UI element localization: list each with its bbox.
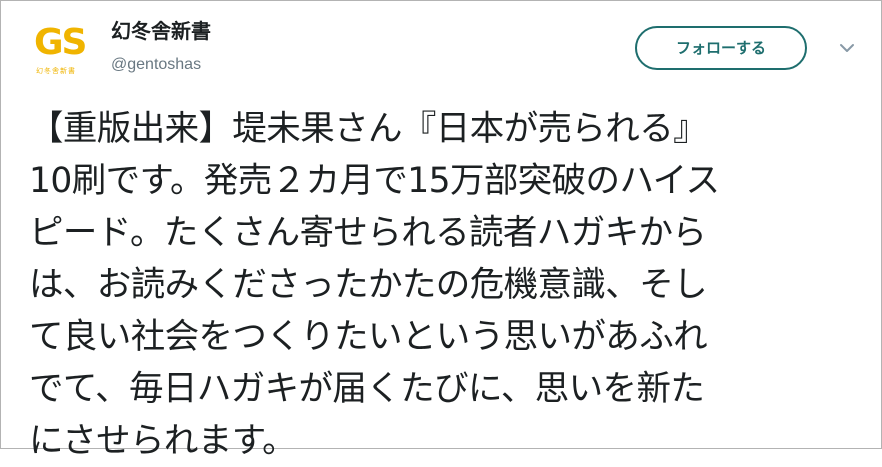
follow-button[interactable]: フォローする (635, 26, 807, 70)
tweet-card: GS 幻冬舎新書 幻冬舎新書 @gentoshas フォローする 【重版出来】堤… (0, 0, 882, 461)
tweet-line: でて、毎日ハガキが届くたびに、思いを新た (29, 369, 705, 409)
tweet-line: 10刷です。発売２カ月で15万部突破のハイス (29, 161, 720, 201)
tweet-line: 【重版出来】堤未果さん『日本が売られる』 (29, 109, 708, 149)
tweet-line: て良い社会をつくりたいという思いがあふれ (29, 317, 708, 357)
tweet-line: ピード。たくさん寄せられる読者ハガキから (29, 213, 707, 253)
tweet-line: にさせられます。 (29, 421, 297, 461)
tweet-text: 【重版出来】堤未果さん『日本が売られる』 10刷です。発売２カ月で15万部突破の… (29, 103, 869, 467)
user-handle[interactable]: @gentoshas (111, 55, 201, 75)
avatar-logo-subtext: 幻冬舎新書 (36, 67, 76, 75)
tweet-line: は、お読みくださったかたの危機意識、そし (29, 265, 708, 305)
avatar-logo: GS (34, 22, 88, 63)
avatar[interactable]: GS 幻冬舎新書 (28, 21, 88, 81)
chevron-down-icon[interactable] (837, 41, 857, 55)
display-name[interactable]: 幻冬舎新書 (111, 17, 211, 45)
